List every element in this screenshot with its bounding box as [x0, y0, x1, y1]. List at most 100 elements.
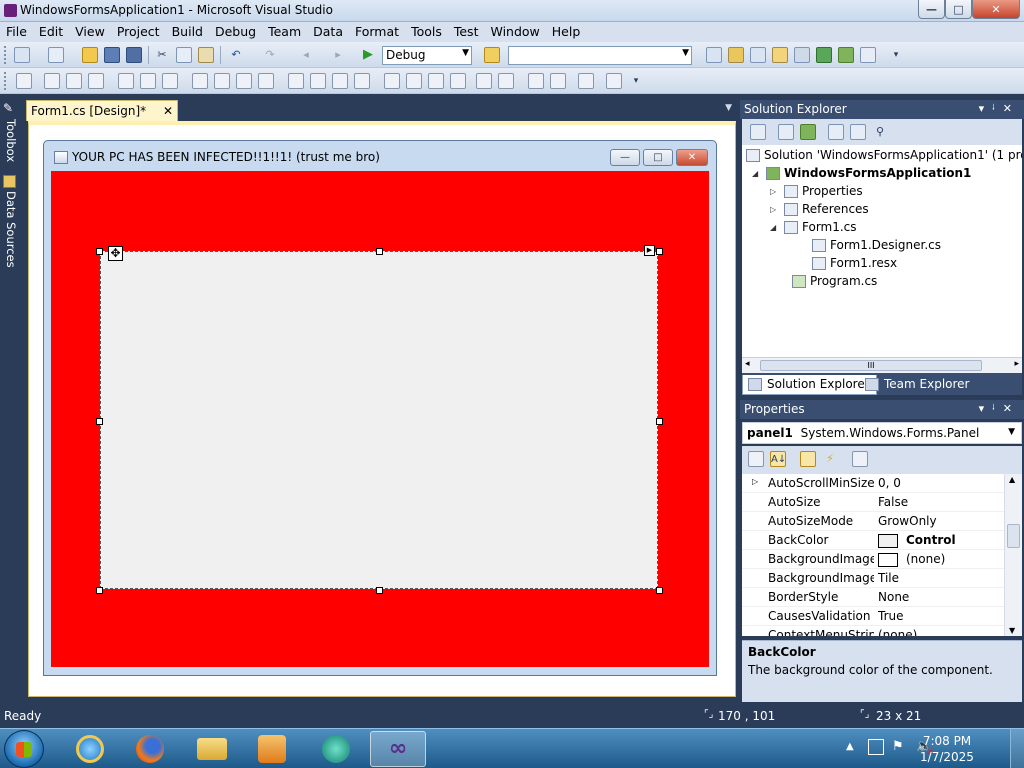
paste-icon[interactable] — [198, 47, 214, 63]
scroll-left-icon[interactable]: ◂ — [745, 359, 750, 369]
add-item-icon[interactable] — [48, 47, 64, 63]
make-same-height-icon[interactable] — [236, 73, 252, 89]
find-in-files-icon[interactable] — [484, 47, 500, 63]
align-tops-icon[interactable] — [118, 73, 134, 89]
collapse-icon[interactable]: ◢ — [770, 223, 780, 232]
solution-explorer-icon[interactable] — [706, 47, 722, 63]
toolbar-grip[interactable] — [4, 46, 8, 64]
refresh-icon[interactable] — [800, 124, 816, 140]
tab-solution-explorer[interactable]: Solution Explorer — [742, 375, 877, 395]
configuration-select[interactable]: Debug ▼ — [382, 46, 472, 65]
make-same-width-icon[interactable] — [192, 73, 208, 89]
property-row[interactable]: BackgroundImageLa Tile — [742, 569, 1004, 588]
resize-handle-ne[interactable] — [656, 248, 663, 255]
decrease-v-spacing-icon[interactable] — [428, 73, 444, 89]
toolbox-icon[interactable] — [772, 47, 788, 63]
expand-icon[interactable]: ▷ — [770, 187, 780, 196]
action-center-flag-icon[interactable]: ⚑ — [892, 739, 904, 754]
view-code-icon[interactable] — [828, 124, 844, 140]
property-row-selected[interactable]: BackColor Control — [742, 531, 1004, 550]
remove-h-spacing-icon[interactable] — [354, 73, 370, 89]
property-row[interactable]: ContextMenuStrip (none) — [742, 626, 1004, 636]
menu-project[interactable]: Project — [111, 22, 166, 42]
navigate-backward-icon[interactable]: ◂ — [298, 47, 314, 63]
toolbox-tab[interactable]: Toolbox — [2, 119, 18, 162]
resize-handle-s[interactable] — [376, 587, 383, 594]
scroll-thumb[interactable]: III — [760, 360, 982, 371]
network-icon[interactable] — [868, 739, 884, 755]
scroll-thumb[interactable] — [1007, 524, 1020, 548]
expand-icon[interactable]: ▷ — [752, 477, 758, 486]
toolbar-options-icon[interactable]: ▾ — [888, 47, 904, 63]
center-vertically-icon[interactable] — [498, 73, 514, 89]
send-to-back-icon[interactable] — [550, 73, 566, 89]
align-bottoms-icon[interactable] — [162, 73, 178, 89]
menu-view[interactable]: View — [69, 22, 111, 42]
make-same-size-icon[interactable] — [214, 73, 230, 89]
panel-controls[interactable]: ▾ᛍ✕ — [979, 402, 1018, 415]
find-combo[interactable]: ▼ — [508, 46, 692, 65]
open-file-icon[interactable] — [82, 47, 98, 63]
resize-handle-e[interactable] — [656, 418, 663, 425]
increase-v-spacing-icon[interactable] — [406, 73, 422, 89]
tab-team-explorer[interactable]: Team Explorer — [860, 375, 976, 395]
solution-explorer-hscroll[interactable]: ◂ III ▸ — [742, 357, 1022, 373]
property-pages-icon[interactable] — [852, 451, 868, 467]
properties-icon[interactable] — [750, 124, 766, 140]
smart-tag-icon[interactable]: ▶ — [644, 245, 655, 256]
property-row[interactable]: BackgroundImage (none) — [742, 550, 1004, 569]
menu-tools[interactable]: Tools — [405, 22, 448, 42]
start-debugging-icon[interactable]: ▶ — [360, 47, 376, 63]
property-row[interactable]: AutoSize False — [742, 493, 1004, 512]
property-row[interactable]: CausesValidation True — [742, 607, 1004, 626]
tree-node-form1-designer[interactable]: Form1.Designer.cs — [812, 236, 941, 254]
scroll-up-icon[interactable]: ▲ — [1009, 475, 1015, 484]
minimize-button[interactable]: — — [918, 0, 945, 19]
property-grid-vscroll[interactable]: ▲ ▼ — [1004, 474, 1022, 636]
save-all-icon[interactable] — [126, 47, 142, 63]
menu-team[interactable]: Team — [262, 22, 307, 42]
events-icon[interactable]: ⚡ — [822, 451, 838, 467]
start-page-icon[interactable] — [816, 47, 832, 63]
view-class-diagram-icon[interactable]: ⚲ — [872, 124, 888, 140]
menu-build[interactable]: Build — [166, 22, 209, 42]
remove-v-spacing-icon[interactable] — [450, 73, 466, 89]
expand-icon[interactable]: ▷ — [770, 205, 780, 214]
property-row[interactable]: ▷ AutoScrollMinSize 0, 0 — [742, 474, 1004, 493]
categorized-icon[interactable] — [748, 451, 764, 467]
menu-debug[interactable]: Debug — [209, 22, 262, 42]
menu-data[interactable]: Data — [307, 22, 349, 42]
resize-handle-n[interactable] — [376, 248, 383, 255]
redo-icon[interactable]: ↷ — [262, 47, 278, 63]
menu-format[interactable]: Format — [349, 22, 405, 42]
taskbar-visual-studio[interactable]: ∞ — [370, 731, 426, 767]
tree-node-solution[interactable]: Solution 'WindowsFormsApplication1' (1 p… — [746, 146, 1022, 164]
menu-help[interactable]: Help — [546, 22, 587, 42]
align-lefts-icon[interactable] — [44, 73, 60, 89]
tree-node-program[interactable]: Program.cs — [792, 272, 877, 290]
properties-window-icon[interactable] — [728, 47, 744, 63]
menu-edit[interactable]: Edit — [33, 22, 69, 42]
align-middles-icon[interactable] — [140, 73, 156, 89]
lock-controls-icon[interactable] — [578, 73, 594, 89]
align-rights-icon[interactable] — [88, 73, 104, 89]
bring-to-front-icon[interactable] — [528, 73, 544, 89]
toolbar-grip[interactable] — [4, 72, 8, 90]
object-selector[interactable]: panel1 System.Windows.Forms.Panel ▼ — [742, 422, 1022, 444]
tree-node-references[interactable]: ▷ References — [770, 200, 869, 218]
tab-form1-design[interactable]: Form1.cs [Design]* ✕ — [26, 100, 178, 121]
data-sources-tab[interactable]: Data Sources — [2, 191, 18, 268]
object-browser-icon[interactable] — [750, 47, 766, 63]
team-explorer-icon[interactable] — [838, 47, 854, 63]
toolbar-options-icon[interactable]: ▾ — [628, 73, 644, 89]
properties-view-icon[interactable] — [800, 451, 816, 467]
extension-manager-icon[interactable] — [794, 47, 810, 63]
collapse-icon[interactable]: ◢ — [752, 169, 762, 178]
move-icon[interactable]: ✥ — [108, 246, 123, 261]
scroll-down-icon[interactable]: ▼ — [1009, 626, 1015, 635]
vertical-spacing-icon[interactable] — [384, 73, 400, 89]
menu-file[interactable]: File — [0, 22, 33, 42]
alphabetical-icon[interactable]: A↓ — [770, 451, 786, 467]
horizontal-spacing-icon[interactable] — [288, 73, 304, 89]
align-to-grid-icon[interactable] — [16, 73, 32, 89]
